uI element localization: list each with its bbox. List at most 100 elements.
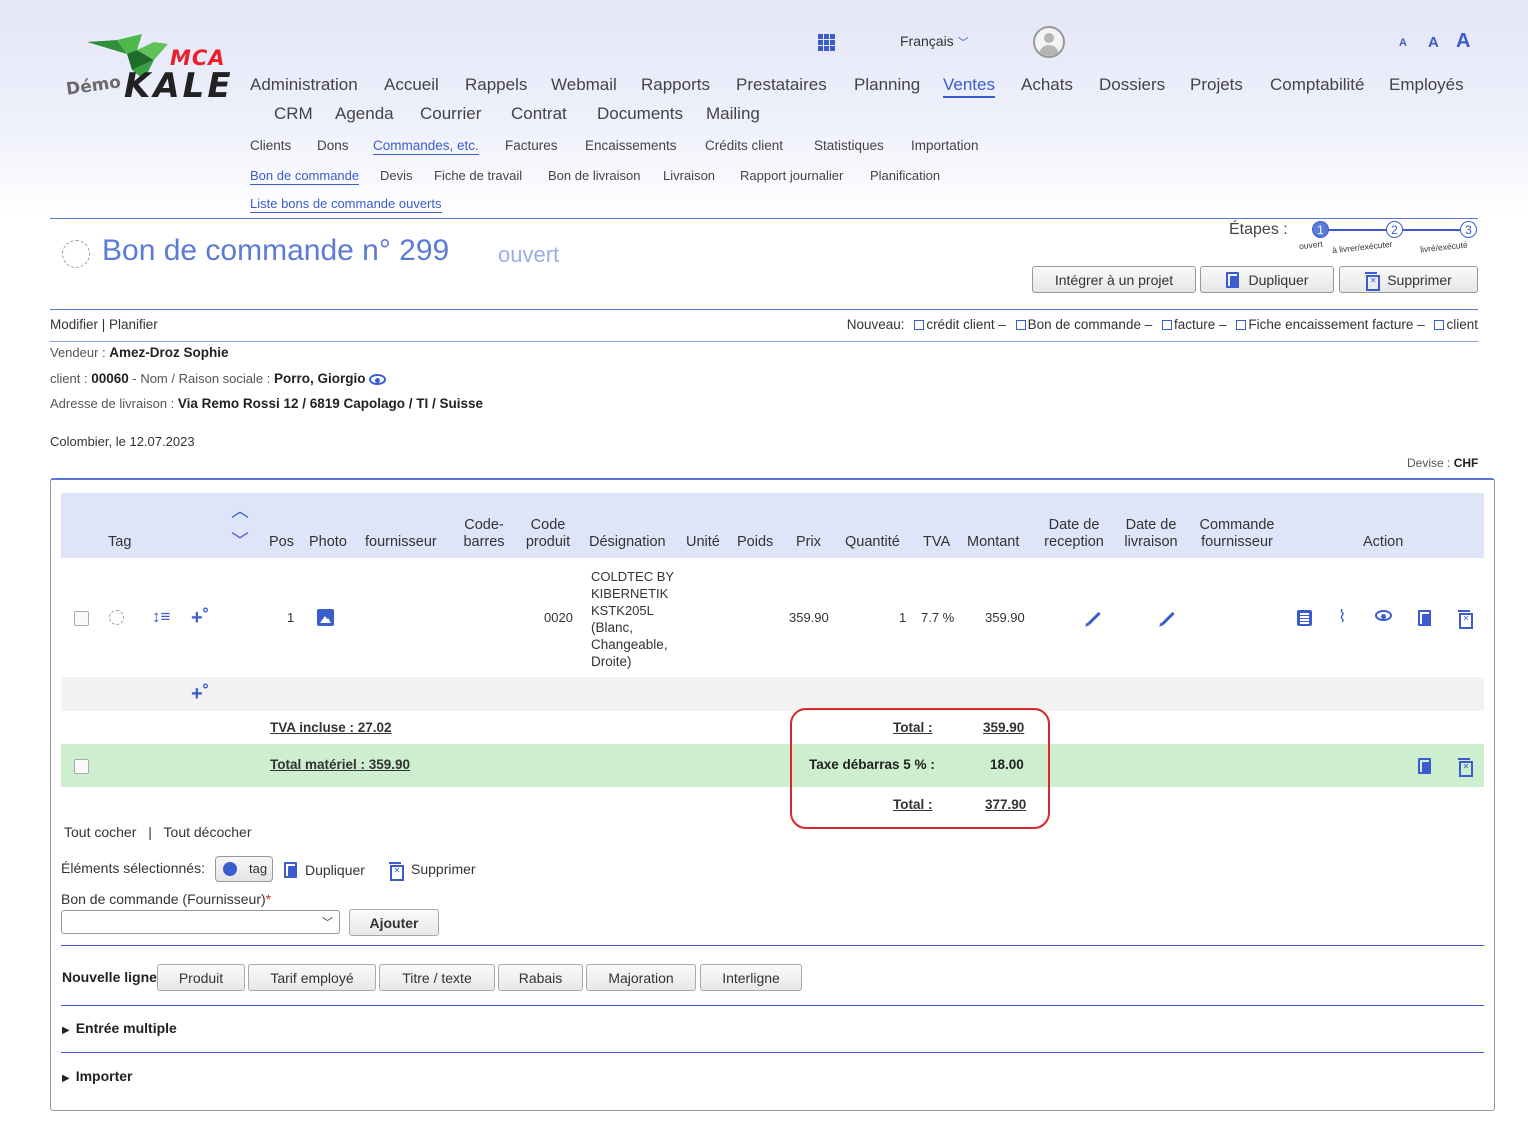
menu-administration[interactable]: Administration [250, 75, 358, 95]
trash-icon[interactable] [1458, 758, 1473, 777]
menu-rapports[interactable]: Rapports [641, 75, 710, 95]
multiple-entry-toggle[interactable]: ▶ Entrée multiple [62, 1020, 177, 1036]
menu-prestataires[interactable]: Prestataires [736, 75, 827, 95]
th-tag: Tag [108, 534, 132, 550]
submenu-fiche-de-travail[interactable]: Fiche de travail [434, 168, 522, 183]
add-sparkle-icon[interactable]: +˚ [191, 684, 209, 704]
submenu-devis[interactable]: Devis [380, 168, 413, 183]
menu-dossiers[interactable]: Dossiers [1099, 75, 1165, 95]
menu-agenda[interactable]: Agenda [335, 104, 394, 124]
new-label: Nouveau: [846, 317, 905, 332]
th-unite: Unité [686, 534, 720, 550]
submenu-clients[interactable]: Clients [250, 138, 291, 153]
th-date-livraison: Date de livraison [1124, 517, 1178, 550]
submenu-encaissements[interactable]: Encaissements [585, 138, 677, 153]
font-size-large-button[interactable]: A [1456, 30, 1470, 53]
bulk-delete-button[interactable]: Supprimer [389, 859, 476, 881]
language-selector[interactable]: Français ﹀ [900, 33, 969, 50]
eye-icon[interactable] [368, 374, 386, 385]
menu-planning[interactable]: Planning [854, 75, 920, 95]
new-bon-de-commande-link[interactable]: Bon de commande [1028, 317, 1141, 332]
trash-icon[interactable] [1458, 610, 1473, 629]
submenu-liste-bons-ouverts[interactable]: Liste bons de commande ouverts [250, 196, 442, 213]
edit-date-livraison-icon[interactable] [1161, 611, 1175, 626]
apps-grid-icon[interactable] [818, 34, 835, 51]
modify-plan-links[interactable]: Modifier | Planifier [50, 317, 158, 332]
delete-label: Supprimer [1387, 271, 1452, 288]
menu-projets[interactable]: Projets [1190, 75, 1243, 95]
submenu-commandes[interactable]: Commandes, etc. [373, 138, 479, 155]
supplier-order-select[interactable]: ﹀ [61, 910, 340, 934]
duplicate-button[interactable]: Dupliquer [1200, 266, 1334, 293]
submenu-statistiques[interactable]: Statistiques [814, 138, 884, 153]
total-materiel-row: Total matériel : 359.90 Taxe débarras 5 … [61, 744, 1484, 787]
tag-circle-icon[interactable] [109, 610, 124, 625]
menu-mailing[interactable]: Mailing [706, 104, 760, 124]
user-avatar[interactable] [1033, 26, 1065, 58]
new-credit-client-link[interactable]: crédit client [926, 317, 994, 332]
bulk-duplicate-button[interactable]: Dupliquer [284, 859, 365, 878]
row-checkbox[interactable] [74, 759, 89, 774]
reorder-icon[interactable]: ↕≡ [152, 608, 170, 625]
submenu-rapport-journalier[interactable]: Rapport journalier [740, 168, 843, 183]
submenu-factures[interactable]: Factures [505, 138, 558, 153]
submenu-bon-de-livraison[interactable]: Bon de livraison [548, 168, 641, 183]
new-fiche-encaissement-link[interactable]: Fiche encaissement facture [1248, 317, 1413, 332]
submenu-planification[interactable]: Planification [870, 168, 940, 183]
new-line-tarif-employe-button[interactable]: Tarif employé [248, 964, 376, 991]
new-line-rabais-button[interactable]: Rabais [498, 964, 583, 991]
menu-accueil[interactable]: Accueil [384, 75, 439, 95]
submenu-credits-client[interactable]: Crédits client [705, 138, 783, 153]
paperclip-icon[interactable]: ⌇ [1338, 608, 1346, 625]
chevron-down-icon[interactable]: ﹀ [231, 532, 249, 550]
photo-icon[interactable] [317, 609, 334, 626]
menu-rappels[interactable]: Rappels [465, 75, 527, 95]
submenu-dons[interactable]: Dons [317, 138, 349, 153]
add-sparkle-icon[interactable]: +˚ [191, 608, 209, 628]
uncheck-all-link[interactable]: Tout décocher [164, 824, 252, 840]
menu-documents[interactable]: Documents [597, 104, 683, 124]
menu-achats[interactable]: Achats [1021, 75, 1073, 95]
menu-ventes[interactable]: Ventes [943, 75, 995, 98]
check-all-link[interactable]: Tout cocher [64, 824, 136, 840]
new-line-majoration-button[interactable]: Majoration [586, 964, 696, 991]
client-number: 00060 [91, 371, 129, 386]
menu-contrat[interactable]: Contrat [511, 104, 567, 124]
submenu-bon-de-commande[interactable]: Bon de commande [250, 168, 360, 185]
status-circle-icon [62, 240, 90, 268]
submenu-importation[interactable]: Importation [911, 138, 979, 153]
new-line-produit-button[interactable]: Produit [157, 964, 245, 991]
new-line-interligne-button[interactable]: Interligne [700, 964, 802, 991]
add-button[interactable]: Ajouter [349, 909, 439, 936]
delete-button[interactable]: Supprimer [1339, 266, 1478, 293]
duplicate-icon[interactable] [1418, 610, 1431, 626]
edit-date-reception-icon[interactable] [1087, 611, 1101, 626]
menu-crm[interactable]: CRM [274, 104, 313, 124]
tag-toggle[interactable]: tag [215, 856, 273, 882]
duplicate-icon[interactable] [1418, 758, 1431, 774]
chevron-up-icon[interactable]: ︿ [231, 502, 249, 520]
menu-comptabilite[interactable]: Comptabilité [1270, 75, 1365, 95]
language-label: Français [900, 33, 954, 49]
new-facture-link[interactable]: facture [1174, 317, 1215, 332]
new-client-link[interactable]: client [1446, 317, 1478, 332]
eye-icon[interactable] [1375, 610, 1392, 621]
divider [50, 218, 1478, 219]
chevron-down-icon: ﹀ [957, 37, 969, 49]
triangle-right-icon: ▶ [62, 1073, 70, 1084]
menu-courrier[interactable]: Courrier [420, 104, 481, 124]
menu-webmail[interactable]: Webmail [551, 75, 617, 95]
font-size-medium-button[interactable]: A [1428, 34, 1439, 51]
import-toggle[interactable]: ▶ Importer [62, 1068, 133, 1084]
font-size-small-button[interactable]: A [1399, 37, 1407, 49]
row-checkbox[interactable] [74, 611, 89, 626]
chevron-down-icon: ﹀ [322, 917, 333, 929]
submenu-livraison[interactable]: Livraison [663, 168, 715, 183]
integrate-project-button[interactable]: Intégrer à un projet [1032, 266, 1196, 293]
details-list-icon[interactable] [1297, 610, 1312, 626]
new-line-titre-texte-button[interactable]: Titre / texte [379, 964, 495, 991]
menu-employes[interactable]: Employés [1389, 75, 1464, 95]
client-name[interactable]: Porro, Giorgio [274, 371, 366, 386]
logo[interactable]: Démo MCA KALE [62, 32, 237, 107]
vendeur-label: Vendeur : [50, 345, 106, 360]
